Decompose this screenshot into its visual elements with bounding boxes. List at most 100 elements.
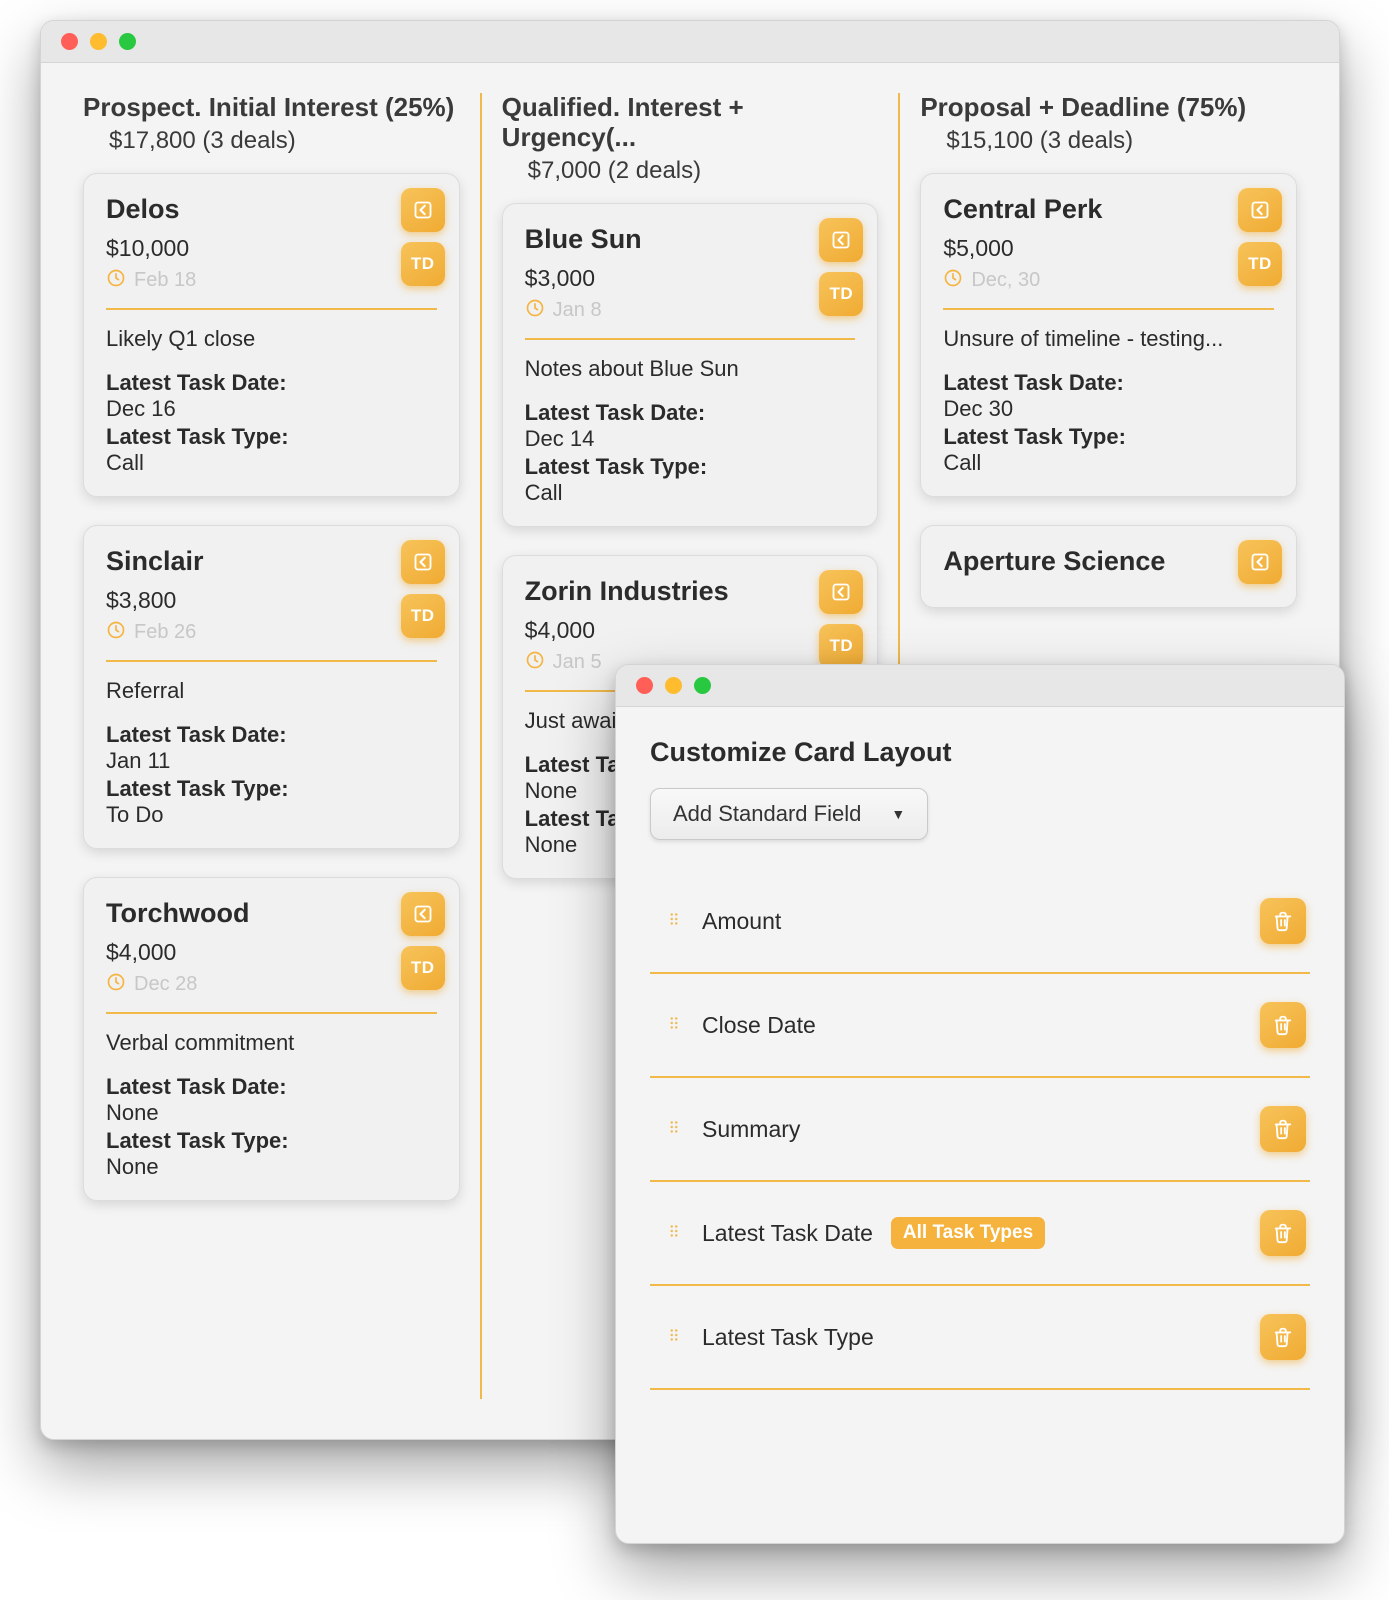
clock-icon — [106, 268, 126, 294]
deal-card[interactable]: Delos $10,000 Feb 18 Likely Q1 close Latest … — [83, 173, 460, 497]
customize-title: Customize Card Layout — [650, 737, 1310, 768]
collapse-card-button[interactable] — [401, 892, 445, 936]
latest-task-type-label: Latest Task Type: — [943, 424, 1274, 450]
deal-card[interactable]: Aperture Science — [920, 525, 1297, 608]
card-divider — [525, 338, 856, 340]
field-row: Amount — [650, 870, 1310, 974]
clock-icon — [106, 972, 126, 998]
latest-task-date-value: Dec 14 — [525, 426, 856, 452]
column-title: Qualified. Interest + Urgency(... — [502, 93, 879, 153]
drag-handle-icon[interactable] — [654, 910, 694, 933]
deal-summary: Likely Q1 close — [106, 326, 437, 352]
delete-field-button[interactable] — [1260, 898, 1306, 944]
latest-task-type-label: Latest Task Type: — [106, 1128, 437, 1154]
column-subtitle: $15,100 (3 deals) — [946, 127, 1297, 155]
drag-handle-icon[interactable] — [654, 1222, 694, 1245]
owner-badge[interactable]: TD — [401, 242, 445, 286]
window-zoom-icon[interactable] — [694, 677, 711, 694]
deal-close-date: Feb 26 — [106, 620, 437, 646]
deal-name: Torchwood — [106, 898, 437, 929]
clock-icon — [106, 620, 126, 646]
drag-handle-icon[interactable] — [654, 1326, 694, 1349]
deal-summary: Unsure of timeline - testing... — [943, 326, 1274, 352]
deal-close-date: Dec 28 — [106, 972, 437, 998]
deal-close-date: Feb 18 — [106, 268, 437, 294]
deal-amount: $4,000 — [525, 617, 856, 644]
owner-badge[interactable]: TD — [819, 624, 863, 668]
collapse-card-button[interactable] — [819, 570, 863, 614]
clock-icon — [943, 268, 963, 294]
deal-name: Delos — [106, 194, 437, 225]
deal-amount: $3,000 — [525, 265, 856, 292]
latest-task-type-label: Latest Task Type: — [106, 424, 437, 450]
deal-amount: $3,800 — [106, 587, 437, 614]
clock-icon — [525, 650, 545, 676]
deal-card[interactable]: Torchwood $4,000 Dec 28 Verbal commitment La… — [83, 877, 460, 1201]
deal-name: Blue Sun — [525, 224, 856, 255]
drag-handle-icon[interactable] — [654, 1014, 694, 1037]
field-tag[interactable]: All Task Types — [891, 1217, 1045, 1249]
column-title: Proposal + Deadline (75%) — [920, 93, 1297, 123]
latest-task-type-value: To Do — [106, 802, 437, 828]
field-row: Latest Task Type — [650, 1286, 1310, 1390]
window-close-icon[interactable] — [636, 677, 653, 694]
latest-task-type-value: Call — [943, 450, 1274, 476]
window-minimize-icon[interactable] — [90, 33, 107, 50]
deal-summary: Notes about Blue Sun — [525, 356, 856, 382]
owner-badge[interactable]: TD — [401, 946, 445, 990]
delete-field-button[interactable] — [1260, 1210, 1306, 1256]
latest-task-type-value: None — [106, 1154, 437, 1180]
owner-badge[interactable]: TD — [819, 272, 863, 316]
collapse-card-button[interactable] — [1238, 188, 1282, 232]
latest-task-date-value: Dec 30 — [943, 396, 1274, 422]
collapse-card-button[interactable] — [1238, 540, 1282, 584]
deal-card[interactable]: Blue Sun$3,000Jan 8Notes about Blue SunL… — [502, 203, 879, 527]
deal-amount: $10,000 — [106, 235, 437, 262]
latest-task-type-label: Latest Task Type: — [525, 454, 856, 480]
latest-task-date-label: Latest Task Date: — [525, 400, 856, 426]
latest-task-type-value: Call — [106, 450, 437, 476]
clock-icon — [525, 298, 545, 324]
card-divider — [106, 660, 437, 662]
column-subtitle: $7,000 (2 deals) — [528, 157, 879, 185]
titlebar — [41, 21, 1339, 63]
latest-task-date-label: Latest Task Date: — [106, 370, 437, 396]
delete-field-button[interactable] — [1260, 1002, 1306, 1048]
drag-handle-icon[interactable] — [654, 1118, 694, 1141]
latest-task-date-value: None — [106, 1100, 437, 1126]
delete-field-button[interactable] — [1260, 1106, 1306, 1152]
customize-layout-window: Customize Card Layout Add Standard Field… — [615, 664, 1345, 1544]
deal-summary: Referral — [106, 678, 437, 704]
latest-task-date-value: Dec 16 — [106, 396, 437, 422]
field-label: Close Date — [702, 1012, 816, 1039]
chevron-down-icon: ▼ — [891, 806, 905, 822]
deal-name: Aperture Science — [943, 546, 1274, 577]
pipeline-column: Prospect. Initial Interest (25%)$17,800 … — [63, 93, 480, 1399]
collapse-card-button[interactable] — [401, 540, 445, 584]
owner-badge[interactable]: TD — [1238, 242, 1282, 286]
deal-amount: $4,000 — [106, 939, 437, 966]
deal-card[interactable]: Sinclair$3,800Feb 26ReferralLatest Task … — [83, 525, 460, 849]
column-title: Prospect. Initial Interest (25%) — [83, 93, 460, 123]
window-zoom-icon[interactable] — [119, 33, 136, 50]
window-close-icon[interactable] — [61, 33, 78, 50]
delete-field-button[interactable] — [1260, 1314, 1306, 1360]
field-row: Summary — [650, 1078, 1310, 1182]
latest-task-type-label: Latest Task Type: — [106, 776, 437, 802]
deal-summary: Verbal commitment — [106, 1030, 437, 1056]
field-label: Latest Task Type — [702, 1324, 874, 1351]
deal-name: Zorin Industries — [525, 576, 856, 607]
collapse-card-button[interactable] — [819, 218, 863, 262]
deal-close-date: Dec, 30 — [943, 268, 1274, 294]
field-row: Close Date — [650, 974, 1310, 1078]
latest-task-date-label: Latest Task Date: — [106, 722, 437, 748]
window-minimize-icon[interactable] — [665, 677, 682, 694]
collapse-card-button[interactable] — [401, 188, 445, 232]
field-label: Amount — [702, 908, 781, 935]
deal-card[interactable]: Central Perk$5,000Dec, 30Unsure of timel… — [920, 173, 1297, 497]
field-row: Latest Task DateAll Task Types — [650, 1182, 1310, 1286]
deal-amount: $5,000 — [943, 235, 1274, 262]
latest-task-date-value: Jan 11 — [106, 748, 437, 774]
add-standard-field-dropdown[interactable]: Add Standard Field ▼ — [650, 788, 928, 840]
owner-badge[interactable]: TD — [401, 594, 445, 638]
